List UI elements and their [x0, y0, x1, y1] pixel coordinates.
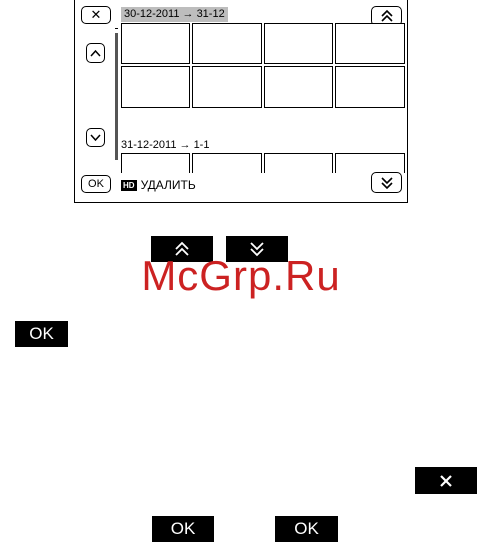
- hd-quality-icon: HD: [121, 179, 137, 191]
- watermark: McGrp.Ru: [141, 252, 341, 299]
- double-chevron-down-icon: [380, 176, 393, 189]
- camera-lcd-screen: ✕ 30-12-2011 → 31-12 31-12-2011 → 1-1 OK…: [74, 0, 408, 203]
- group-2-date-label: 31-12-2011 → 1-1: [121, 139, 210, 151]
- thumbnail[interactable]: [264, 66, 333, 108]
- thumbnail[interactable]: [192, 23, 262, 64]
- close-button[interactable]: ✕: [81, 6, 111, 24]
- chevron-down-icon: [90, 133, 101, 141]
- thumbnail[interactable]: [335, 66, 405, 108]
- thumbnail[interactable]: [192, 66, 262, 108]
- thumbnail[interactable]: [121, 23, 190, 64]
- ok-key-illustration: OK: [275, 516, 338, 542]
- group-1-date-label: 30-12-2011 → 31-12: [121, 7, 228, 22]
- page-down-button[interactable]: [371, 172, 402, 193]
- scrollbar[interactable]: [115, 33, 118, 160]
- thumbnail[interactable]: [192, 153, 262, 173]
- thumbnail[interactable]: [335, 23, 405, 64]
- close-key-illustration: [415, 467, 477, 494]
- double-chevron-up-icon: [380, 9, 393, 22]
- thumbnail[interactable]: [264, 23, 333, 64]
- thumbnail[interactable]: [264, 153, 333, 173]
- thumbnail[interactable]: [121, 66, 190, 108]
- delete-mode-label: УДАЛИТЬ: [140, 178, 196, 192]
- close-icon: [440, 474, 452, 487]
- chevron-up-icon: [90, 49, 101, 57]
- scroll-down-button[interactable]: [86, 128, 105, 147]
- scroll-up-button[interactable]: [86, 43, 105, 63]
- ok-key-illustration: OK: [15, 321, 68, 347]
- delete-mode-indicator: HD УДАЛИТЬ: [121, 178, 196, 192]
- ok-key-illustration: OK: [152, 516, 214, 542]
- thumbnail[interactable]: [335, 153, 405, 173]
- thumbnail[interactable]: [121, 153, 190, 173]
- scrollbar-marker: [115, 28, 118, 29]
- ok-button[interactable]: OK: [81, 175, 111, 193]
